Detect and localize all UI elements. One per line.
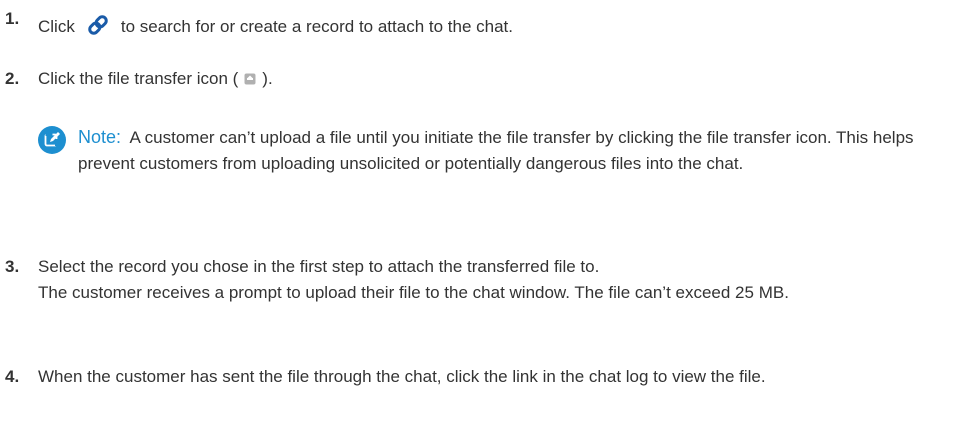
step-3-detail: The customer receives a prompt to upload…	[38, 283, 789, 302]
step-4-text: When the customer has sent the file thro…	[38, 367, 766, 386]
step-1-text-after: to search for or create a record to atta…	[120, 17, 513, 36]
file-transfer-icon	[244, 73, 256, 85]
note-text-block: Note: A customer can’t upload a file unt…	[78, 124, 918, 177]
step-1-number: 1.	[5, 9, 20, 28]
step-3-body: Select the record you chose in the first…	[38, 254, 914, 306]
step-1-body: Click to search for or create a record t…	[38, 12, 914, 40]
step-3-text: Select the record you chose in the first…	[38, 257, 600, 276]
step-2-body: Click the file transfer icon ( ).	[38, 66, 914, 92]
link-icon	[88, 15, 108, 35]
step-2-text-after: ).	[262, 69, 273, 88]
step-2-number: 2.	[5, 69, 20, 88]
step-4-number: 4.	[5, 367, 20, 386]
note-edit-icon	[38, 126, 66, 154]
step-2-text-before: Click the file transfer icon (	[38, 69, 239, 88]
note-label: Note:	[78, 127, 122, 147]
step-1-text-before: Click	[38, 17, 75, 36]
step-3-number: 3.	[5, 257, 20, 276]
note-body: A customer can’t upload a file until you…	[78, 128, 914, 173]
instruction-steps: 1. Click to search for or create a recor…	[0, 0, 954, 425]
step-4-body: When the customer has sent the file thro…	[38, 364, 914, 390]
